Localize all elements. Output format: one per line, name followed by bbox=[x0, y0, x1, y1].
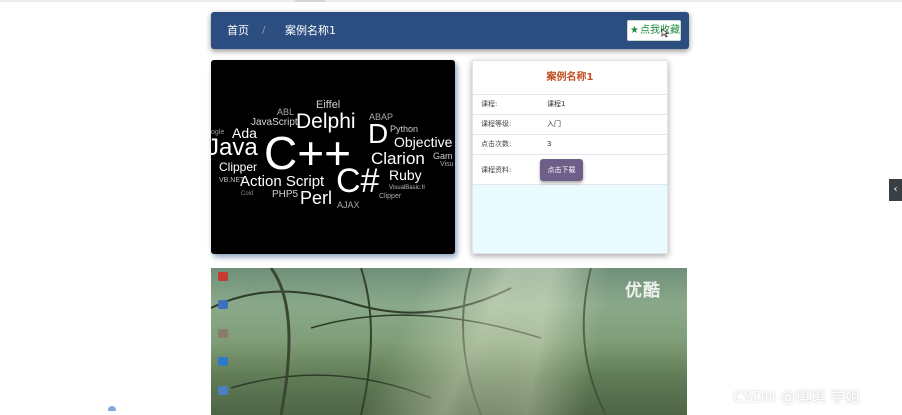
youku-logo: 优酷 bbox=[625, 281, 661, 301]
word-ruby: Ruby bbox=[389, 167, 422, 183]
breadcrumb-separator: / bbox=[262, 25, 266, 36]
favorite-button[interactable]: ★点我收藏 bbox=[627, 20, 681, 41]
info-row-level: 课程等级: 入门 bbox=[473, 114, 667, 134]
video-player[interactable]: 优酷 bbox=[211, 268, 687, 415]
chevron-left-icon[interactable]: ‹ bbox=[889, 179, 902, 201]
level-label: 课程等级: bbox=[481, 120, 512, 128]
course-cover-image: Eiffel ABL ABAP JavaScript Delphi D Pyth… bbox=[211, 60, 455, 254]
course-value: 课程1 bbox=[547, 100, 566, 108]
word-gam: Gam bbox=[433, 151, 453, 161]
word-objective: Objective bbox=[394, 134, 453, 150]
csdn-watermark: CSDN @琪琪 学姐 bbox=[733, 388, 861, 406]
word-visu: Visu bbox=[440, 161, 454, 168]
scroll-indicator bbox=[108, 406, 116, 411]
desktop-icon[interactable] bbox=[218, 329, 228, 338]
info-row-clicks: 点击次数: 3 bbox=[473, 134, 667, 154]
breadcrumb-current: 案例名称1 bbox=[285, 24, 336, 37]
word-cold: Cold bbox=[241, 191, 254, 197]
sun-rays bbox=[211, 268, 687, 415]
top-tab-indicator bbox=[295, 0, 325, 2]
top-border bbox=[0, 0, 902, 2]
word-abl: ABL bbox=[277, 107, 295, 117]
word-python: Python bbox=[390, 124, 419, 134]
star-icon: ★ bbox=[630, 25, 639, 36]
word-csharp: C# bbox=[336, 162, 380, 200]
level-value: 入门 bbox=[547, 120, 561, 128]
clicks-value: 3 bbox=[547, 140, 552, 148]
desktop-icon[interactable] bbox=[218, 357, 228, 366]
desktop-icon[interactable] bbox=[218, 386, 228, 395]
word-java: Java bbox=[211, 134, 258, 161]
mouse-cursor-icon bbox=[661, 28, 669, 38]
course-info-panel: 案例名称1 课程: 课程1 课程等级: 入门 点击次数: 3 课程资料: 点击下… bbox=[472, 60, 668, 254]
case-title: 案例名称1 bbox=[473, 61, 667, 94]
material-label: 课程资料: bbox=[481, 166, 512, 174]
desktop-icon[interactable] bbox=[218, 272, 228, 281]
info-row-material: 课程资料: 点击下载 bbox=[473, 154, 667, 185]
word-ajax: AJAX bbox=[337, 200, 360, 210]
breadcrumb-home-link[interactable]: 首页 bbox=[227, 12, 249, 49]
desktop-icon[interactable] bbox=[218, 300, 228, 309]
course-label: 课程: bbox=[481, 100, 498, 108]
word-d: D bbox=[368, 118, 389, 149]
word-clipper: Clipper bbox=[219, 160, 258, 174]
word-php5: PHP5 bbox=[272, 189, 299, 200]
word-clipper-small: Clipper bbox=[379, 193, 402, 200]
info-row-course: 课程: 课程1 bbox=[473, 94, 667, 114]
breadcrumb-bar: 首页 / 案例名称1 ★点我收藏 bbox=[211, 12, 689, 49]
word-perl: Perl bbox=[300, 188, 333, 208]
download-button[interactable]: 点击下载 bbox=[540, 159, 583, 181]
clicks-label: 点击次数: bbox=[481, 140, 512, 148]
favorite-button-label: 点我收藏 bbox=[639, 25, 680, 36]
word-visualbasic: VisualBasic.II bbox=[389, 185, 425, 191]
